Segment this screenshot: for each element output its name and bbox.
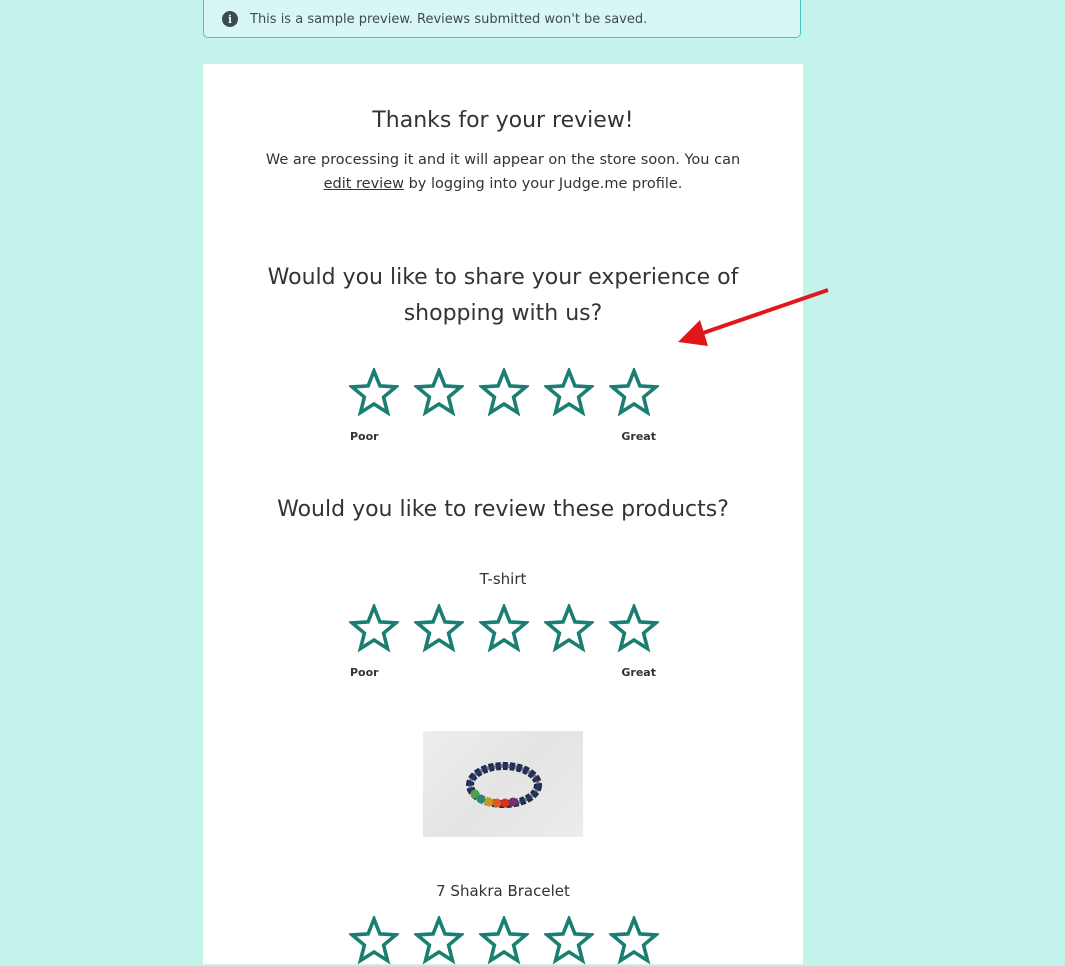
products-question: Would you like to review these products? xyxy=(277,497,729,522)
product-rating-stars[interactable] xyxy=(349,916,659,966)
product-star-1[interactable] xyxy=(349,916,399,966)
product-name: 7 Shakra Bracelet xyxy=(436,882,570,900)
scale-high-label: Great xyxy=(621,430,656,443)
thanks-message-text-end: by logging into your Judge.me profile. xyxy=(408,176,683,192)
product-rating-stars[interactable] xyxy=(349,604,659,654)
shop-rating-stars[interactable] xyxy=(349,368,659,418)
edit-review-link[interactable]: edit review xyxy=(324,176,404,192)
shop-star-3[interactable] xyxy=(479,368,529,418)
product-name: T-shirt xyxy=(479,570,527,588)
info-icon: i xyxy=(222,11,238,27)
review-card: Thanks for your review! We are processin… xyxy=(203,64,803,966)
shop-star-2[interactable] xyxy=(414,368,464,418)
product-image xyxy=(423,731,583,837)
bracelet-photo-icon xyxy=(466,762,542,808)
product-rating-scale: Poor Great xyxy=(350,666,656,679)
shop-star-5[interactable] xyxy=(609,368,659,418)
product-star-5[interactable] xyxy=(609,916,659,966)
shop-rating-scale: Poor Great xyxy=(350,430,656,443)
preview-notice-banner: i This is a sample preview. Reviews subm… xyxy=(203,0,801,38)
thanks-title: Thanks for your review! xyxy=(372,108,634,133)
shop-star-1[interactable] xyxy=(349,368,399,418)
preview-notice-text: This is a sample preview. Reviews submit… xyxy=(250,11,648,27)
product-star-1[interactable] xyxy=(349,604,399,654)
annotation-arrow-icon xyxy=(678,288,829,346)
product-star-2[interactable] xyxy=(414,604,464,654)
scale-high-label: Great xyxy=(621,666,656,679)
thanks-message-text: We are processing it and it will appear … xyxy=(265,152,741,168)
scale-low-label: Poor xyxy=(350,430,379,443)
product-star-5[interactable] xyxy=(609,604,659,654)
product-star-3[interactable] xyxy=(479,916,529,966)
shop-star-4[interactable] xyxy=(544,368,594,418)
product-star-4[interactable] xyxy=(544,604,594,654)
product-star-2[interactable] xyxy=(414,916,464,966)
scale-low-label: Poor xyxy=(350,666,379,679)
product-star-3[interactable] xyxy=(479,604,529,654)
product-star-4[interactable] xyxy=(544,916,594,966)
thanks-message: We are processing it and it will appear … xyxy=(263,148,743,196)
